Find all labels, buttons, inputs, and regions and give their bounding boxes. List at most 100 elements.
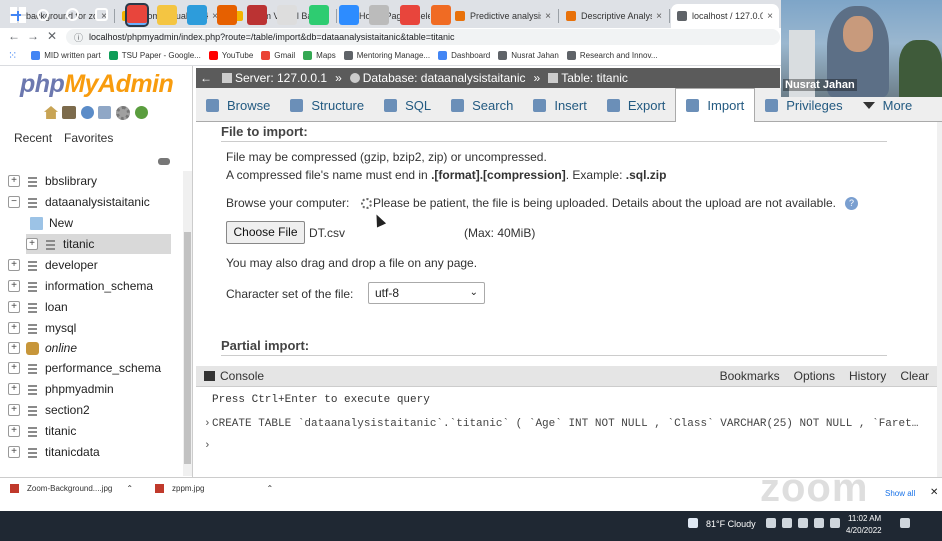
expand-icon[interactable]: + xyxy=(8,404,20,416)
console-bar[interactable]: Console Bookmarks Options History Clear xyxy=(196,366,937,387)
edge-icon[interactable] xyxy=(187,5,207,25)
cloud-icon[interactable] xyxy=(688,518,698,528)
browser-tab[interactable]: Predictive analysis us× xyxy=(449,4,557,28)
db-tree-item[interactable]: + developer xyxy=(8,255,98,275)
tab-structure[interactable]: Structure xyxy=(280,88,374,122)
app-icon[interactable] xyxy=(309,5,329,25)
tab-export[interactable]: Export xyxy=(597,88,676,122)
db-tree-item[interactable]: + performance_schema xyxy=(8,358,161,378)
browser-tab[interactable]: Descriptive Analysis -× xyxy=(560,4,668,28)
db-tree-item[interactable]: + titanicdata xyxy=(8,442,100,462)
bookmark-item[interactable]: Dashboard xyxy=(438,51,490,60)
clock-date[interactable]: 4/20/2022 xyxy=(846,526,882,535)
zoom-icon[interactable] xyxy=(339,5,359,25)
console-query[interactable]: CREATE TABLE `dataanalysistaitanic`.`tit… xyxy=(212,418,928,430)
choose-file-button[interactable]: Choose File xyxy=(226,221,305,244)
tab-sql[interactable]: SQL xyxy=(374,88,441,122)
db-tree-item[interactable]: − dataanalysistaitanic xyxy=(8,192,150,212)
chrome-icon[interactable] xyxy=(127,5,147,25)
bookmark-item[interactable]: Mentoring Manage... xyxy=(343,51,430,60)
db-tree-item[interactable]: + phpmyadmin xyxy=(8,379,114,399)
tab-search[interactable]: Search xyxy=(441,88,523,122)
console-link-bookmarks[interactable]: Bookmarks xyxy=(720,369,780,383)
notification-icon[interactable] xyxy=(900,518,910,528)
back-icon[interactable]: ← xyxy=(8,29,20,43)
language-icon[interactable] xyxy=(830,518,840,528)
firefox-icon[interactable] xyxy=(217,5,237,25)
db-tree-item[interactable]: + loan xyxy=(8,297,68,317)
phpmyadmin-logo[interactable]: phpMyAdmin xyxy=(20,70,174,99)
search-icon[interactable] xyxy=(37,9,49,21)
expand-icon[interactable]: + xyxy=(8,175,20,187)
expand-icon[interactable]: + xyxy=(8,280,20,292)
back-arrow-icon[interactable]: ← xyxy=(200,71,212,85)
volume-icon[interactable] xyxy=(798,518,808,528)
weather-text[interactable]: 81°F Cloudy xyxy=(706,519,756,529)
crumb-table[interactable]: Table: titanic xyxy=(561,71,628,85)
pen-icon[interactable] xyxy=(814,518,824,528)
expand-icon[interactable]: + xyxy=(8,301,20,313)
tab-close-icon[interactable]: × xyxy=(763,11,773,22)
close-downloads-icon[interactable]: ✕ xyxy=(930,487,938,498)
crumb-database[interactable]: Database: dataanalysistaitanic xyxy=(363,71,526,85)
favorites-tab[interactable]: Favorites xyxy=(64,131,113,145)
browser-tab[interactable]: localhost / 127.0.0.1 /× xyxy=(671,4,779,28)
expand-icon[interactable]: + xyxy=(8,322,20,334)
expand-icon[interactable]: + xyxy=(8,259,20,271)
sidebar-scroll-thumb[interactable] xyxy=(184,232,191,464)
expand-icon[interactable]: + xyxy=(8,425,20,437)
expand-icon[interactable]: + xyxy=(8,383,20,395)
db-tree-item[interactable]: New xyxy=(26,213,73,233)
chevron-up-icon[interactable]: ⌃ xyxy=(266,484,273,493)
content-scrollbar[interactable] xyxy=(937,122,942,477)
file-explorer-icon[interactable] xyxy=(157,5,177,25)
console-link-options[interactable]: Options xyxy=(794,369,835,383)
bookmark-item[interactable]: YouTube xyxy=(208,51,253,60)
expand-icon[interactable]: + xyxy=(8,446,20,458)
widgets-icon[interactable] xyxy=(95,8,108,21)
db-tree-item[interactable]: + bbslibrary xyxy=(8,171,97,191)
tab-close-icon[interactable]: × xyxy=(652,11,662,22)
info-icon[interactable]: ⓘ xyxy=(74,31,83,44)
bookmark-item[interactable]: Research and Innov... xyxy=(566,51,658,60)
console-link-clear[interactable]: Clear xyxy=(900,369,929,383)
show-all-link[interactable]: Show all xyxy=(885,489,915,498)
crumb-server[interactable]: Server: 127.0.0.1 xyxy=(235,71,327,85)
tab-insert[interactable]: Insert xyxy=(523,88,597,122)
expand-icon[interactable]: + xyxy=(26,238,38,250)
bookmark-item[interactable]: Nusrat Jahan xyxy=(498,51,559,60)
apps-icon[interactable]: ⁙ xyxy=(8,49,17,62)
expand-icon[interactable]: + xyxy=(8,362,20,374)
upload-help-icon[interactable]: ? xyxy=(845,197,858,210)
logout-icon[interactable] xyxy=(62,106,76,119)
console-title[interactable]: Console xyxy=(220,369,264,383)
docs-icon[interactable] xyxy=(98,106,111,119)
tab-browse[interactable]: Browse xyxy=(196,88,280,122)
xampp-icon[interactable] xyxy=(431,5,451,25)
task-view-icon[interactable] xyxy=(66,8,79,21)
chevron-up-icon[interactable]: ⌃ xyxy=(126,484,133,493)
windows-start-icon[interactable] xyxy=(8,5,28,25)
collapse-link-icon[interactable] xyxy=(158,158,170,165)
db-tree-item[interactable]: + information_schema xyxy=(8,276,153,296)
forward-icon[interactable]: → xyxy=(27,29,39,43)
settings-icon[interactable] xyxy=(369,5,389,25)
bookmark-item[interactable]: Gmail xyxy=(261,51,295,60)
chevron-up-icon[interactable] xyxy=(766,518,776,528)
recent-tab[interactable]: Recent xyxy=(14,131,52,145)
charset-select[interactable]: utf-8 ⌄ xyxy=(368,282,485,304)
help-icon[interactable] xyxy=(81,106,94,119)
bookmark-item[interactable]: MID written part xyxy=(31,51,101,60)
download-item[interactable]: zppm.jpg ⌃ xyxy=(155,484,273,493)
db-tree-item[interactable]: + titanic xyxy=(26,234,171,254)
console-input-prompt[interactable]: › xyxy=(204,440,211,452)
settings-icon[interactable] xyxy=(116,106,130,120)
collapse-icon[interactable]: − xyxy=(8,196,20,208)
reload-icon[interactable] xyxy=(135,106,148,119)
stop-icon[interactable]: ✕ xyxy=(47,29,57,43)
clock-time[interactable]: 11:02 AM xyxy=(848,514,881,523)
download-item[interactable]: Zoom-Background....jpg ⌃ xyxy=(10,484,133,493)
expand-icon[interactable]: + xyxy=(8,342,20,354)
url-field[interactable]: ⓘ localhost/phpmyadmin/index.php?route=/… xyxy=(66,29,780,45)
network-icon[interactable] xyxy=(782,518,792,528)
